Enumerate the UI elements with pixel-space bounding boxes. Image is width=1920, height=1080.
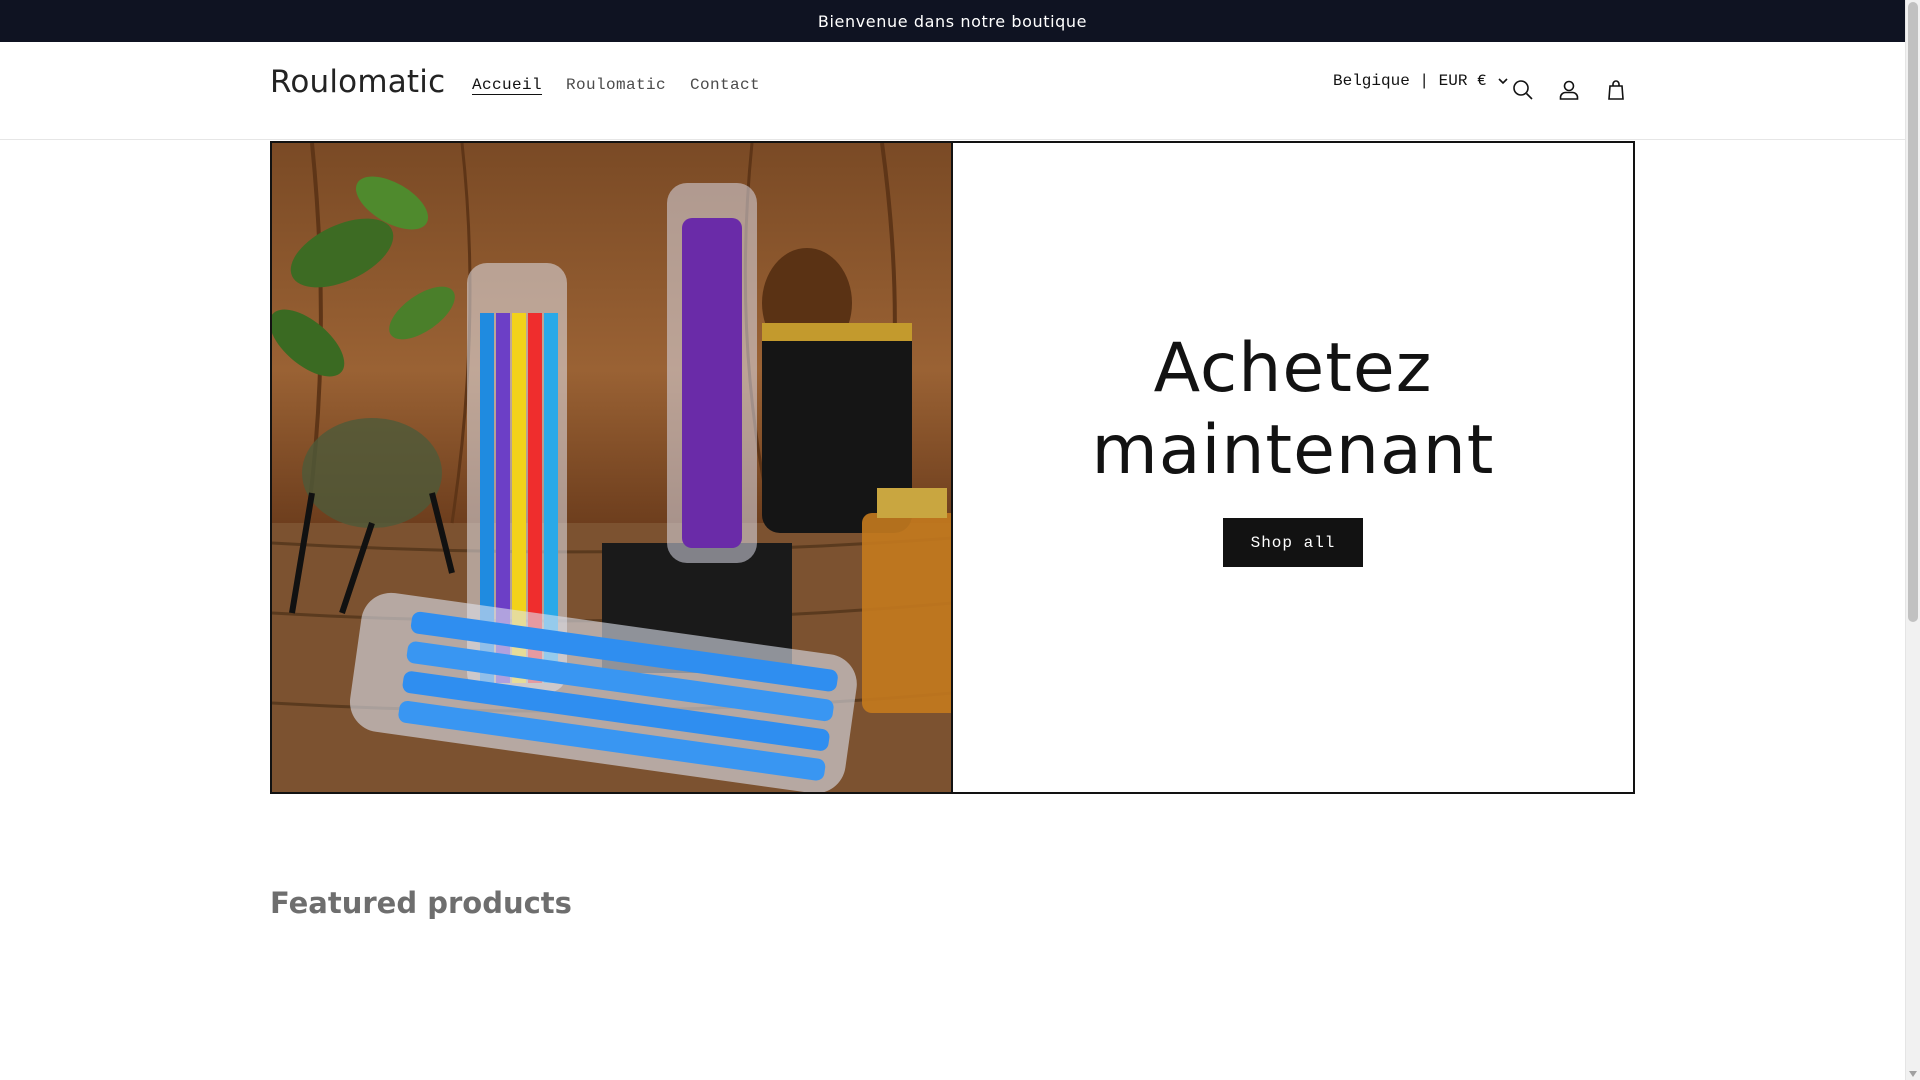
cart-button[interactable]	[1594, 68, 1638, 112]
hero-product-image	[272, 143, 953, 792]
shop-all-button[interactable]: Shop all	[1223, 518, 1363, 567]
hero-content: Achetez maintenant Shop all	[953, 143, 1633, 792]
hero-title-line-1: Achetez	[1153, 329, 1433, 408]
locale-label: Belgique | EUR €	[1333, 72, 1487, 90]
announcement-bar: Bienvenue dans notre boutique	[0, 0, 1905, 42]
nav-item-roulomatic[interactable]: Roulomatic	[554, 72, 678, 98]
hero-banner: Achetez maintenant Shop all	[270, 141, 1635, 794]
search-button[interactable]	[1501, 68, 1545, 112]
account-button[interactable]	[1547, 68, 1591, 112]
scrollbar-thumb[interactable]	[1908, 2, 1918, 622]
nav-item-contact[interactable]: Contact	[678, 72, 772, 98]
nav-item-accueil[interactable]: Accueil	[460, 72, 554, 98]
page-scrollbar[interactable]	[1905, 0, 1920, 1080]
product-photo-icon	[272, 143, 951, 792]
country-currency-selector[interactable]: Belgique | EUR €	[1333, 72, 1509, 90]
main-nav: Accueil Roulomatic Contact	[460, 72, 772, 98]
scroll-down-arrow-icon[interactable]	[1909, 1071, 1917, 1077]
hero-title: Achetez maintenant	[1092, 328, 1495, 492]
featured-products-heading: Featured products	[270, 886, 572, 920]
cart-icon	[1608, 80, 1624, 100]
hero-title-line-2: maintenant	[1091, 411, 1495, 490]
account-icon	[1559, 80, 1579, 100]
search-icon	[1513, 80, 1533, 100]
announcement-text: Bienvenue dans notre boutique	[817, 11, 1088, 31]
site-logo[interactable]: Roulomatic	[270, 64, 445, 100]
site-header: Roulomatic Accueil Roulomatic Contact Be…	[0, 42, 1905, 140]
